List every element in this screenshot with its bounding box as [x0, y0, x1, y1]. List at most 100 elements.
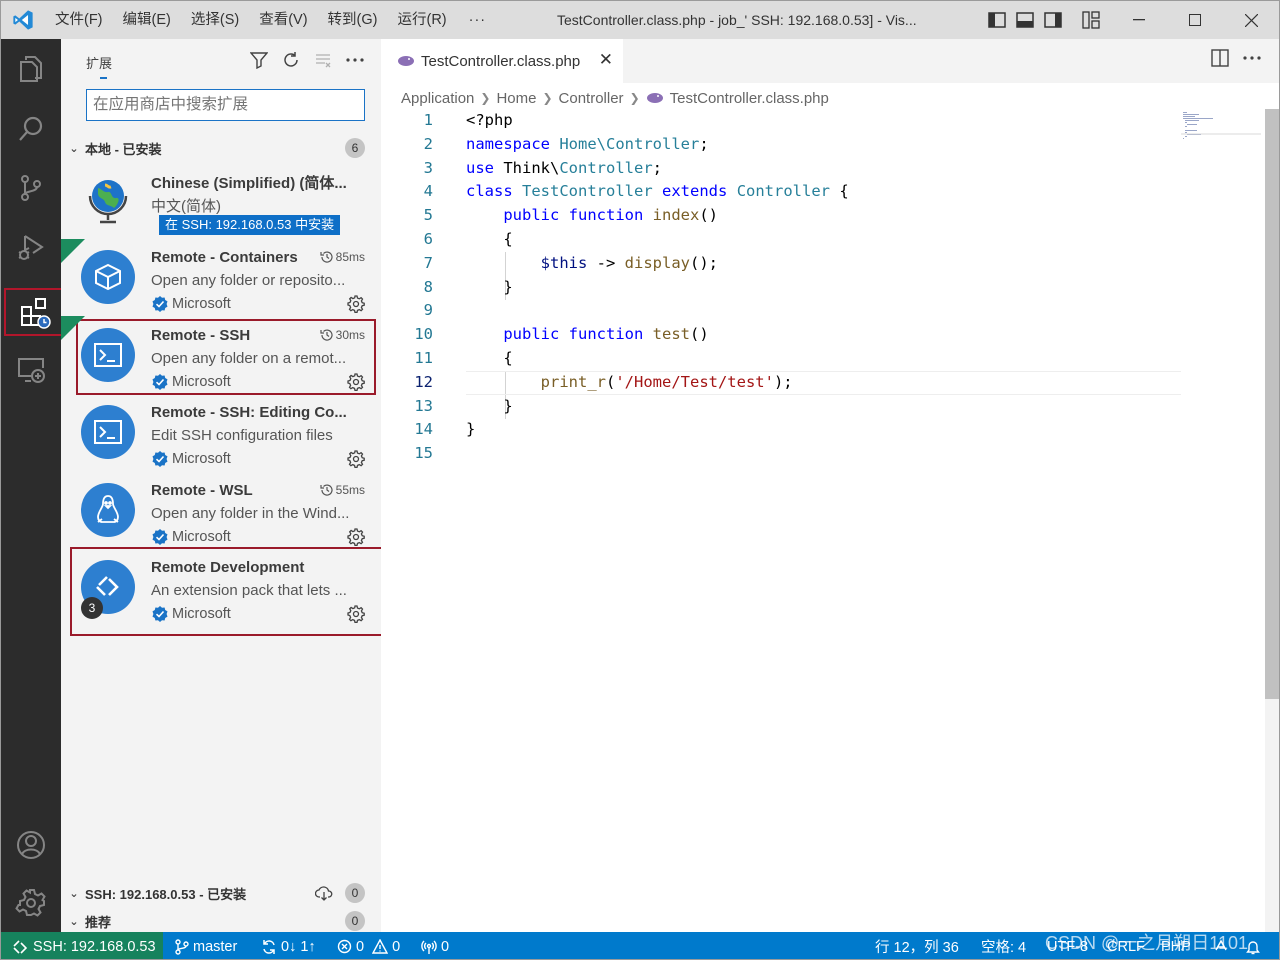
- remote-icon: [13, 939, 27, 954]
- history-icon: [320, 329, 333, 341]
- publisher: Microsoft: [152, 296, 231, 312]
- sync-icon: [263, 939, 275, 954]
- activation-time: 30ms: [320, 328, 365, 342]
- publisher: Microsoft: [152, 451, 231, 467]
- remote-flag-icon: [61, 316, 85, 340]
- close-tab-icon[interactable]: ✕: [599, 50, 613, 70]
- menu-selection[interactable]: 选择(S): [181, 1, 249, 39]
- accounts-icon[interactable]: [1, 817, 61, 873]
- manage-gear-icon[interactable]: [1, 875, 61, 931]
- menu-more[interactable]: ···: [457, 1, 499, 39]
- branch-label: master: [193, 938, 238, 955]
- activation-time: 85ms: [320, 250, 365, 264]
- extension-item-remote-ssh[interactable]: Remote - SSH 30ms Open any folder on a r…: [61, 318, 381, 396]
- breadcrumb-item[interactable]: Application: [401, 90, 474, 107]
- chevron-right-icon: ❯: [480, 91, 491, 105]
- breadcrumb-item[interactable]: Home: [496, 90, 536, 107]
- scrollbar-thumb[interactable]: [1265, 109, 1279, 699]
- customize-layout-icon[interactable]: [1081, 10, 1101, 30]
- window-title: TestController.class.php - job_' SSH: 19…: [557, 12, 917, 28]
- title-bar: 文件(F) 编辑(E) 选择(S) 查看(V) 转到(G) 运行(R) ··· …: [1, 1, 1279, 39]
- refresh-icon[interactable]: [281, 50, 301, 70]
- publisher-name: Microsoft: [172, 374, 231, 390]
- run-and-debug-icon[interactable]: [1, 219, 61, 275]
- manage-extension-gear-icon[interactable]: [347, 605, 365, 623]
- php-elephant-icon: [398, 56, 414, 66]
- extension-item-remote-wsl[interactable]: Remote - WSL 55ms Open any folder in the…: [61, 473, 381, 551]
- extension-search-input[interactable]: [86, 89, 365, 121]
- menu-file[interactable]: 文件(F): [45, 1, 113, 39]
- error-icon: [337, 939, 352, 954]
- split-editor-icon[interactable]: [1211, 49, 1229, 72]
- extensions-icon[interactable]: [4, 288, 66, 336]
- manage-extension-gear-icon[interactable]: [347, 450, 365, 468]
- vscode-logo-icon: [1, 1, 45, 39]
- sync-indicator[interactable]: 0↓ 1↑: [261, 932, 316, 959]
- extension-item-chinese[interactable]: Chinese (Simplified) (简体... 中文(简体) 在 SSH…: [61, 163, 381, 241]
- extension-item-remote-ssh-editing[interactable]: Remote - SSH: Editing Co... Edit SSH con…: [61, 395, 381, 473]
- section-local-installed[interactable]: ⌄ 本地 - 已安装 6: [61, 135, 381, 161]
- menu-go[interactable]: 转到(G): [318, 1, 388, 39]
- activity-bar: [1, 39, 66, 932]
- extensions-sidebar: 扩展 ⌄ 本地 - 已安装 6 Chinese (Simplified) (简体…: [61, 39, 384, 934]
- toggle-panel-icon[interactable]: [1015, 10, 1035, 30]
- chevron-down-icon: ⌄: [69, 887, 79, 900]
- warning-count: 0: [392, 938, 401, 955]
- close-window-icon[interactable]: [1223, 1, 1279, 39]
- menu-run[interactable]: 运行(R): [387, 1, 456, 39]
- clear-icon[interactable]: [313, 50, 333, 70]
- problems-indicator[interactable]: 0 0: [337, 932, 401, 959]
- extension-description: Open any folder in the Wind...: [151, 505, 350, 522]
- source-control-icon[interactable]: [1, 160, 61, 216]
- search-icon[interactable]: [1, 101, 61, 157]
- pack-count-badge: 3: [81, 597, 103, 619]
- extension-description: Edit SSH configuration files: [151, 427, 333, 444]
- extension-item-remote-development[interactable]: 3 Remote Development An extension pack t…: [61, 550, 381, 628]
- code-editor[interactable]: 1 <?php 2 namespace Home\Controller; 3 use …: [381, 109, 1181, 466]
- editor-tabs: TestController.class.php ✕: [381, 39, 1279, 83]
- editor-more-actions-icon[interactable]: [1243, 49, 1261, 72]
- verified-publisher-icon: [152, 451, 168, 467]
- branch-indicator[interactable]: master: [175, 932, 238, 959]
- remote-explorer-icon[interactable]: [1, 341, 61, 397]
- indentation[interactable]: 空格: 4: [981, 932, 1026, 959]
- toggle-primary-sidebar-icon[interactable]: [987, 10, 1007, 30]
- history-icon: [320, 251, 333, 263]
- filter-icon[interactable]: [249, 50, 269, 70]
- manage-extension-gear-icon[interactable]: [347, 528, 365, 546]
- breadcrumb-item[interactable]: Controller: [559, 90, 624, 107]
- extension-description: Open any folder or reposito...: [151, 272, 346, 289]
- remote-flag-icon: [61, 239, 85, 263]
- ports-indicator[interactable]: 0: [421, 932, 450, 959]
- section-ssh-installed[interactable]: ⌄ SSH: 192.168.0.53 - 已安装 0: [61, 880, 381, 906]
- manage-extension-gear-icon[interactable]: [347, 295, 365, 313]
- cursor-position[interactable]: 行 12，列 36: [875, 932, 959, 959]
- explorer-icon[interactable]: [1, 41, 61, 97]
- more-actions-icon[interactable]: [345, 50, 365, 70]
- vertical-scrollbar[interactable]: [1265, 109, 1279, 932]
- extension-item-remote-containers[interactable]: Remote - Containers 85ms Open any folder…: [61, 240, 381, 318]
- remote-label: SSH: 192.168.0.53: [33, 938, 156, 955]
- maximize-icon[interactable]: [1167, 1, 1223, 39]
- menu-edit[interactable]: 编辑(E): [113, 1, 181, 39]
- install-in-ssh-button[interactable]: 在 SSH: 192.168.0.53 中安装: [159, 215, 341, 235]
- section-recommended[interactable]: ⌄ 推荐 0: [61, 908, 381, 934]
- manage-extension-gear-icon[interactable]: [347, 373, 365, 391]
- minimize-icon[interactable]: [1111, 1, 1167, 39]
- cloud-download-icon[interactable]: [315, 885, 333, 901]
- chevron-right-icon: ❯: [542, 91, 553, 105]
- extension-name: Chinese (Simplified) (简体...: [151, 175, 347, 192]
- toggle-secondary-sidebar-icon[interactable]: [1043, 10, 1063, 30]
- menu-view[interactable]: 查看(V): [249, 1, 317, 39]
- ports-count: 0: [441, 938, 450, 955]
- minimap[interactable]: [1181, 111, 1261, 141]
- sidebar-header: 扩展: [61, 39, 381, 83]
- extension-description: 中文(简体): [151, 198, 221, 215]
- git-branch-icon: [175, 938, 189, 955]
- remote-indicator[interactable]: SSH: 192.168.0.53: [1, 932, 163, 959]
- activation-time-value: 55ms: [335, 483, 365, 497]
- breadcrumb-item[interactable]: TestController.class.php: [670, 90, 829, 107]
- tab-testcontroller[interactable]: TestController.class.php ✕: [381, 39, 623, 83]
- container-box-icon: [81, 250, 135, 304]
- activation-time-value: 85ms: [335, 250, 365, 264]
